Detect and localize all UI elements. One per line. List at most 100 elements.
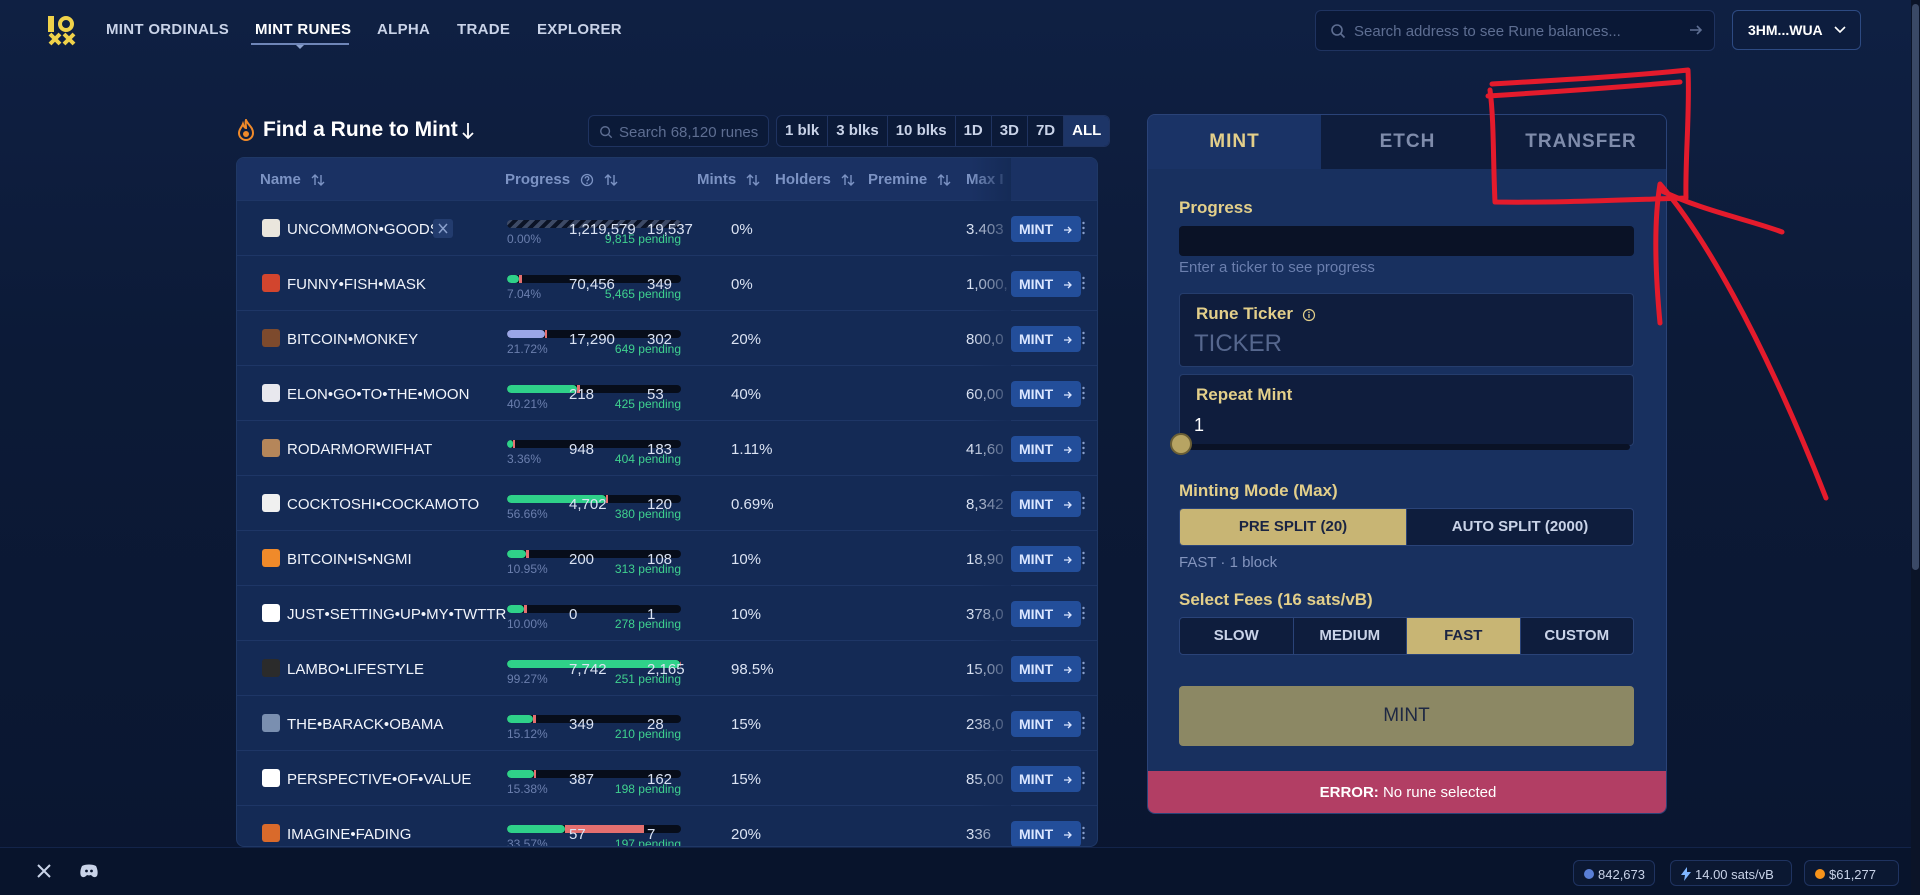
scrollbar-thumb[interactable] <box>1912 4 1919 570</box>
filter-1d[interactable]: 1D <box>956 116 992 146</box>
wallet-address: 3HM...WUA <box>1748 22 1823 38</box>
discord-icon[interactable] <box>79 863 99 879</box>
info-icon[interactable] <box>1302 308 1316 322</box>
filter-3d[interactable]: 3D <box>992 116 1028 146</box>
sort-icon[interactable] <box>841 173 855 187</box>
column-header-mints[interactable]: Mints <box>697 171 760 188</box>
tab-transfer[interactable]: TRANSFER <box>1494 115 1666 169</box>
row-mint-button[interactable]: MINT <box>1011 326 1081 352</box>
sort-icon[interactable] <box>311 173 325 187</box>
row-mint-button[interactable]: MINT <box>1011 656 1081 682</box>
arrow-right-icon[interactable] <box>1688 22 1704 38</box>
tab-etch[interactable]: ETCH <box>1321 115 1494 169</box>
mode-pre-split[interactable]: PRE SPLIT (20) <box>1180 509 1407 545</box>
rune-name[interactable]: JUST•SETTING•UP•MY•TWTTR <box>287 606 506 623</box>
nav-trade[interactable]: TRADE <box>457 21 510 38</box>
sort-icon[interactable] <box>604 173 618 187</box>
repeat-mint-input[interactable] <box>1194 410 1614 440</box>
column-header-max[interactable]: Max I <box>966 171 1004 188</box>
rune-name[interactable]: RODARMORWIFHAT <box>287 441 432 458</box>
page-scrollbar[interactable] <box>1911 0 1920 895</box>
more-options-icon[interactable] <box>1082 496 1085 510</box>
more-options-icon[interactable] <box>1082 221 1085 235</box>
nav-mint-runes[interactable]: MINT RUNES <box>255 21 351 38</box>
x-badge-icon[interactable] <box>433 219 453 238</box>
logo-icon[interactable] <box>46 14 76 46</box>
nav-explorer[interactable]: EXPLORER <box>537 21 622 38</box>
more-options-icon[interactable] <box>1082 606 1085 620</box>
fee-custom[interactable]: CUSTOM <box>1521 618 1634 654</box>
table-row[interactable]: UNCOMMON•GOODS 0.00% 9,815 pending 1,219… <box>237 200 1097 255</box>
row-mint-button[interactable]: MINT <box>1011 271 1081 297</box>
x-twitter-icon[interactable] <box>36 863 52 879</box>
row-mint-button[interactable]: MINT <box>1011 381 1081 407</box>
rune-name[interactable]: BITCOIN•MONKEY <box>287 331 418 348</box>
table-row[interactable]: JUST•SETTING•UP•MY•TWTTR 10.00% 278 pend… <box>237 585 1097 640</box>
table-row[interactable]: LAMBO•LIFESTYLE 99.27% 251 pending 7,742… <box>237 640 1097 695</box>
arrow-down-icon[interactable] <box>461 122 475 140</box>
row-mint-button[interactable]: MINT <box>1011 601 1081 627</box>
filter-1-blk[interactable]: 1 blk <box>777 116 829 146</box>
more-options-icon[interactable] <box>1082 551 1085 565</box>
row-mint-button[interactable]: MINT <box>1011 491 1081 517</box>
sort-icon[interactable] <box>937 173 951 187</box>
column-header-progress[interactable]: Progress <box>505 171 618 188</box>
nav-alpha[interactable]: ALPHA <box>377 21 430 38</box>
column-header-premine[interactable]: Premine <box>868 171 951 188</box>
mode-auto-split[interactable]: AUTO SPLIT (2000) <box>1407 509 1633 545</box>
wallet-button[interactable]: 3HM...WUA <box>1732 10 1861 50</box>
table-row[interactable]: THE•BARACK•OBAMA 15.12% 210 pending 349 … <box>237 695 1097 750</box>
sort-icon[interactable] <box>746 173 760 187</box>
rune-name[interactable]: FUNNY•FISH•MASK <box>287 276 426 293</box>
filter-7d[interactable]: 7D <box>1028 116 1065 146</box>
row-mint-button[interactable]: MINT <box>1011 546 1081 572</box>
nav-mint-ordinals[interactable]: MINT ORDINALS <box>106 21 229 38</box>
fee-slow[interactable]: SLOW <box>1180 618 1294 654</box>
more-options-icon[interactable] <box>1082 826 1085 840</box>
row-mint-button[interactable]: MINT <box>1011 436 1081 462</box>
more-options-icon[interactable] <box>1082 441 1085 455</box>
rune-name[interactable]: LAMBO•LIFESTYLE <box>287 661 424 678</box>
filter-3-blks[interactable]: 3 blks <box>828 116 888 146</box>
table-row[interactable]: PERSPECTIVE•OF•VALUE 15.38% 198 pending … <box>237 750 1097 805</box>
address-search-input[interactable] <box>1354 19 1674 43</box>
table-row[interactable]: BITCOIN•IS•NGMI 10.95% 313 pending 200 1… <box>237 530 1097 585</box>
column-header-name[interactable]: Name <box>260 171 325 188</box>
help-circle-icon[interactable] <box>580 173 594 187</box>
row-mint-button[interactable]: MINT <box>1011 711 1081 737</box>
table-row[interactable]: FUNNY•FISH•MASK 7.04% 5,465 pending 70,4… <box>237 255 1097 310</box>
filter-all[interactable]: ALL <box>1064 116 1110 146</box>
mint-submit-button[interactable]: MINT <box>1179 686 1634 746</box>
table-row[interactable]: BITCOIN•MONKEY 21.72% 649 pending 17,290… <box>237 310 1097 365</box>
rune-search-input[interactable] <box>619 122 764 142</box>
filter-10-blks[interactable]: 10 blks <box>888 116 956 146</box>
row-mint-button[interactable]: MINT <box>1011 821 1081 846</box>
more-options-icon[interactable] <box>1082 661 1085 675</box>
rune-name[interactable]: ELON•GO•TO•THE•MOON <box>287 386 469 403</box>
row-mint-button[interactable]: MINT <box>1011 766 1081 792</box>
rune-ticker-input[interactable] <box>1194 329 1614 359</box>
rune-name[interactable]: IMAGINE•FADING <box>287 826 411 843</box>
fee-fast[interactable]: FAST <box>1407 618 1521 654</box>
more-options-icon[interactable] <box>1082 716 1085 730</box>
tab-mint[interactable]: MINT <box>1148 115 1321 169</box>
table-row[interactable]: ELON•GO•TO•THE•MOON 40.21% 425 pending 2… <box>237 365 1097 420</box>
repeat-mint-slider[interactable] <box>1184 444 1630 450</box>
slider-handle[interactable] <box>1170 433 1192 455</box>
fee-medium[interactable]: MEDIUM <box>1294 618 1407 654</box>
more-options-icon[interactable] <box>1082 331 1085 345</box>
column-header-holders[interactable]: Holders <box>775 171 855 188</box>
rune-name[interactable]: THE•BARACK•OBAMA <box>287 716 443 733</box>
rune-name[interactable]: COCKTOSHI•COCKAMOTO <box>287 496 479 513</box>
rune-name[interactable]: UNCOMMON•GOODS <box>287 221 440 238</box>
row-mint-button[interactable]: MINT <box>1011 216 1081 242</box>
table-row[interactable]: IMAGINE•FADING 33.57% 197 pending 57 7 2… <box>237 805 1097 846</box>
table-row[interactable]: RODARMORWIFHAT 3.36% 404 pending 948 183… <box>237 420 1097 475</box>
more-options-icon[interactable] <box>1082 276 1085 290</box>
more-options-icon[interactable] <box>1082 771 1085 785</box>
more-options-icon[interactable] <box>1082 386 1085 400</box>
progress-fill <box>507 275 520 283</box>
table-row[interactable]: COCKTOSHI•COCKAMOTO 56.66% 380 pending 4… <box>237 475 1097 530</box>
rune-name[interactable]: PERSPECTIVE•OF•VALUE <box>287 771 471 788</box>
rune-name[interactable]: BITCOIN•IS•NGMI <box>287 551 412 568</box>
